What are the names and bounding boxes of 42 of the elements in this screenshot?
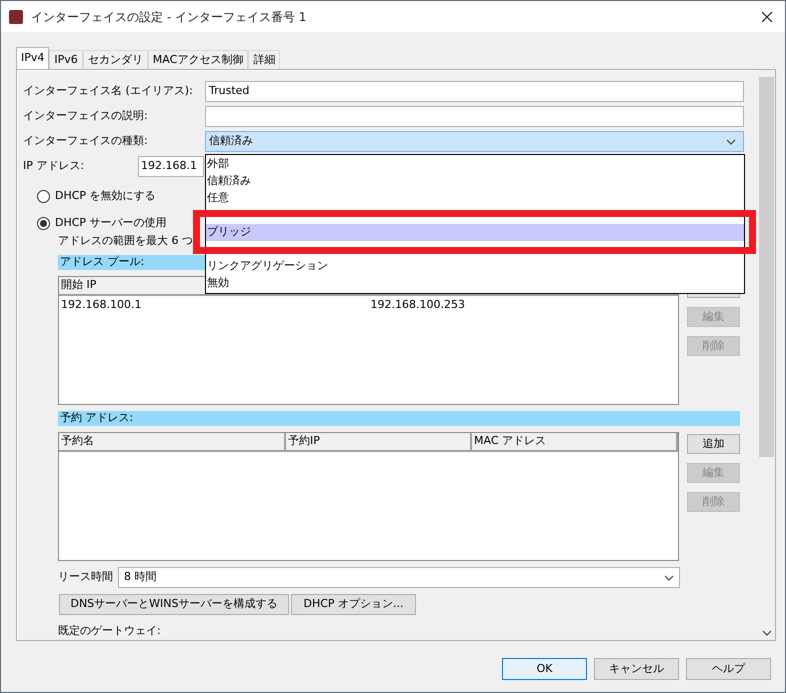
field-label: IP アドレス: xyxy=(23,158,86,174)
scrollbar-thumb[interactable] xyxy=(759,77,774,457)
gateway-label: 既定のゲートウェイ: xyxy=(58,623,161,639)
chevron-down-icon xyxy=(762,630,772,636)
radio-button[interactable] xyxy=(37,216,50,230)
column-header[interactable]: MAC アドレス xyxy=(472,433,678,452)
radio-label: DHCP を無効にする xyxy=(55,188,156,204)
input-field[interactable] xyxy=(205,106,744,127)
scrollbar[interactable] xyxy=(758,70,775,640)
section-header: 予約 アドレス: xyxy=(58,411,740,426)
add-button[interactable]: 追加 xyxy=(687,434,740,454)
tab[interactable]: 詳細 xyxy=(248,50,280,69)
app-icon xyxy=(9,10,23,24)
field-label: インターフェイスの種類: xyxy=(23,133,149,150)
dialog-button[interactable]: キャンセル xyxy=(594,658,679,680)
tab[interactable]: IPv6 xyxy=(49,50,83,69)
tab[interactable]: IPv4 xyxy=(16,47,50,69)
radio-button[interactable] xyxy=(37,190,50,202)
ip-address-field[interactable]: 192.168.1 xyxy=(138,156,204,177)
table-cell-text: 192.168.100.253 xyxy=(370,297,466,314)
range-note: アドレスの範囲を最大 6 つ xyxy=(58,233,193,249)
input-field[interactable]: Trusted xyxy=(205,81,744,102)
field-label: インターフェイス名 (エイリアス): xyxy=(23,83,194,100)
dropdown-option[interactable]: ブリッジ xyxy=(206,224,744,241)
window-title: インターフェイスの設定 - インターフェイス番号 1 xyxy=(31,8,306,26)
lease-dropdown[interactable]: 8 時間 xyxy=(118,567,680,588)
dialog-button[interactable]: ヘルプ xyxy=(686,658,771,680)
action-button[interactable]: DNSサーバーとWINSサーバーを構成する xyxy=(59,594,289,615)
tab[interactable]: セカンダリ xyxy=(82,50,148,69)
tab[interactable]: MACアクセス制御 xyxy=(148,50,248,69)
radio-label: DHCP サーバーの使用 xyxy=(55,214,167,231)
close-icon xyxy=(761,10,773,22)
chevron-down-icon xyxy=(726,138,736,144)
table-cell-text: 192.168.100.1 xyxy=(60,297,142,314)
type-dropdown[interactable]: 信頼済み xyxy=(205,131,744,152)
column-header[interactable]: 予約名 xyxy=(59,433,286,452)
column-header[interactable]: 予約IP xyxy=(286,433,472,452)
field-label: リース時間 xyxy=(58,569,113,586)
dialog-button[interactable]: OK xyxy=(502,658,587,680)
chevron-down-icon xyxy=(664,574,674,580)
field-label: インターフェイスの説明: xyxy=(23,108,149,124)
action-button[interactable]: DHCP オプション... xyxy=(291,594,416,615)
